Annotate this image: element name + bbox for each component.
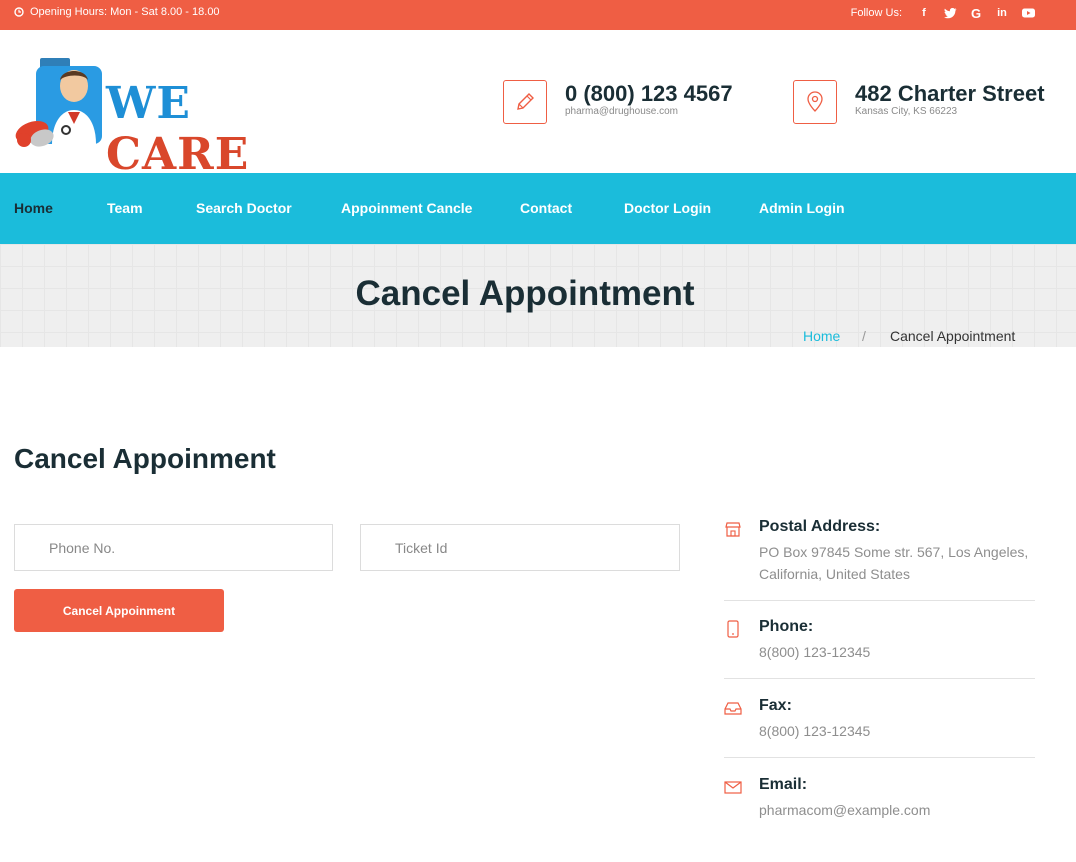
divider: [724, 757, 1035, 758]
header-email: pharma@drughouse.com: [565, 106, 678, 117]
header-phone: 0 (800) 123 4567 pharma@drughouse.com: [503, 80, 733, 124]
clock-icon: [14, 7, 24, 17]
breadcrumb-current: Cancel Appointment: [890, 328, 1016, 344]
nav-home[interactable]: Home: [14, 200, 53, 216]
header-street: 482 Charter Street: [855, 81, 1045, 106]
header-address: 482 Charter Street Kansas City, KS 66223: [793, 80, 1045, 124]
nav-team[interactable]: Team: [107, 200, 143, 216]
google-icon[interactable]: G: [968, 5, 984, 21]
ticket-id-input[interactable]: [360, 524, 680, 571]
email-title: Email:: [759, 776, 808, 793]
breadcrumb-home[interactable]: Home: [803, 328, 840, 344]
facebook-icon[interactable]: f: [916, 5, 932, 21]
mobile-phone-icon: [727, 620, 739, 638]
header-phone-number: 0 (800) 123 4567: [565, 81, 733, 106]
location-pin-icon: [807, 91, 823, 112]
opening-hours: Opening Hours: Mon - Sat 8.00 - 18.00: [14, 6, 220, 18]
nav-doctor-login[interactable]: Doctor Login: [624, 200, 711, 216]
twitter-icon[interactable]: [942, 5, 958, 21]
phone-value: 8(800) 123-12345: [759, 644, 871, 660]
cancel-appointment-button[interactable]: Cancel Appoinment: [14, 589, 224, 632]
nav-admin-login[interactable]: Admin Login: [759, 200, 845, 216]
pencil-icon: [517, 93, 534, 110]
fax-title: Fax:: [759, 697, 792, 714]
follow-label: Follow Us:: [850, 7, 902, 19]
phone-input[interactable]: [14, 524, 333, 571]
breadcrumb-separator: /: [862, 328, 866, 344]
fax-tray-icon: [724, 702, 742, 715]
page-title: Cancel Appointment: [355, 274, 695, 313]
envelope-icon: [724, 781, 742, 794]
info-postal: Postal Address: PO Box 97845 Some str. 5…: [724, 518, 1035, 582]
top-bar: Opening Hours: Mon - Sat 8.00 - 18.00 Fo…: [0, 0, 1076, 30]
fax-value: 8(800) 123-12345: [759, 723, 871, 739]
divider: [724, 678, 1035, 679]
main-nav: Home Team Search Doctor Appoinment Cancl…: [0, 173, 1076, 244]
info-fax: Fax: 8(800) 123-12345: [724, 697, 1035, 739]
postal-title: Postal Address:: [759, 518, 881, 535]
doctor-logo-icon: [15, 58, 102, 147]
page-banner: Cancel Appointment Home / Cancel Appoint…: [0, 244, 1076, 347]
email-value[interactable]: pharmacom@example.com: [759, 799, 1039, 821]
site-header: WE CARE 0 (800) 123 4567 pharma@drughous…: [0, 30, 1076, 180]
nav-search-doctor[interactable]: Search Doctor: [196, 200, 292, 216]
info-phone: Phone: 8(800) 123-12345: [724, 618, 1035, 660]
location-icon-box: [793, 80, 837, 124]
nav-contact[interactable]: Contact: [520, 200, 572, 216]
phone-title: Phone:: [759, 618, 814, 635]
linkedin-icon[interactable]: in: [994, 5, 1010, 21]
divider: [724, 600, 1035, 601]
opening-hours-text: Opening Hours: Mon - Sat 8.00 - 18.00: [30, 6, 220, 18]
pencil-icon-box: [503, 80, 547, 124]
header-city: Kansas City, KS 66223: [855, 106, 958, 117]
store-icon: [725, 522, 741, 537]
info-email: Email: pharmacom@example.com: [724, 776, 1035, 818]
social-links: Follow Us: f G in: [851, 5, 1036, 21]
logo[interactable]: WE CARE: [14, 56, 284, 180]
form-title: Cancel Appoinment: [14, 443, 276, 474]
nav-appointment-cancel[interactable]: Appoinment Cancle: [341, 200, 472, 216]
youtube-icon[interactable]: [1020, 5, 1036, 21]
postal-value: PO Box 97845 Some str. 567, Los Angeles,…: [759, 544, 1029, 582]
logo-word-we: WE: [106, 78, 191, 129]
logo-text: WE CARE: [106, 78, 284, 180]
